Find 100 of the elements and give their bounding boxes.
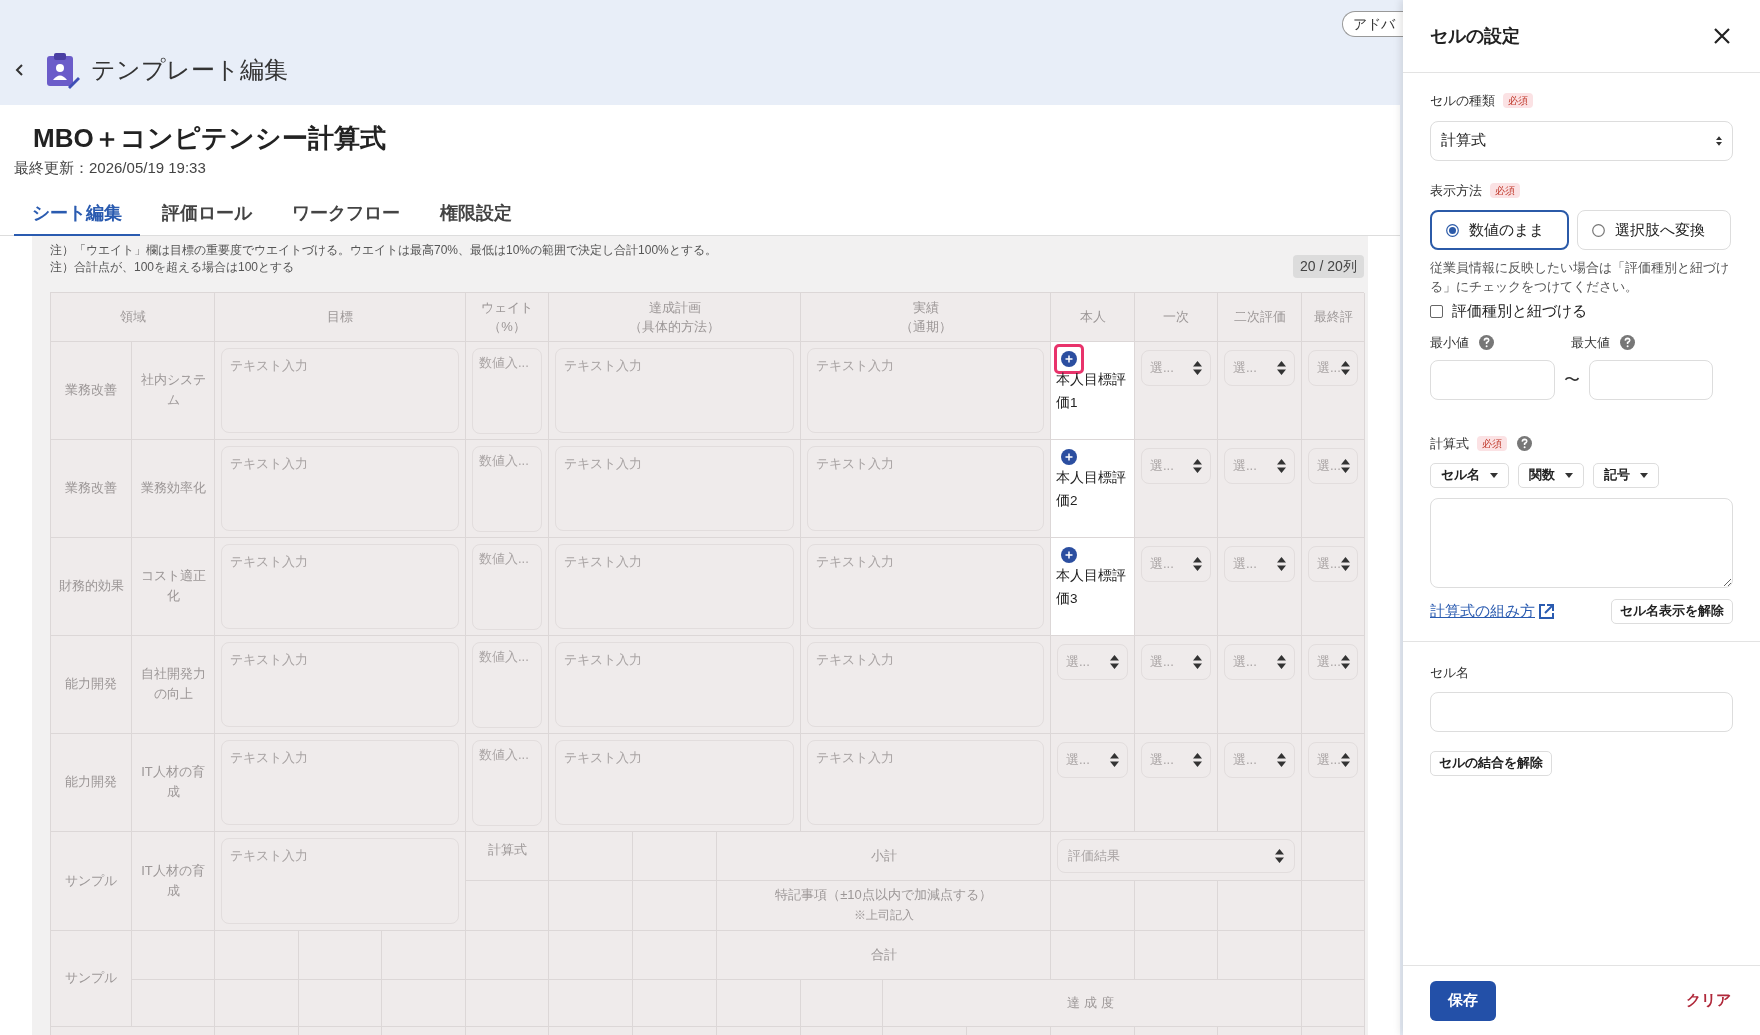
dropdown-button[interactable]: 関数: [1518, 462, 1584, 488]
field-label: 計算式: [1430, 435, 1469, 453]
table-cell-text: コスト適正化: [139, 567, 207, 605]
table-cell[interactable]: 本人目標評価1: [1051, 341, 1135, 440]
number-field[interactable]: 数値入...: [472, 445, 542, 532]
radio-icon: [1592, 223, 1605, 237]
updown-arrow-icon: [1340, 556, 1350, 571]
help-icon: [1620, 334, 1635, 350]
select-field[interactable]: 計算式: [1430, 120, 1733, 161]
text-field[interactable]: テキスト入力: [221, 739, 459, 825]
help-icon: [1479, 334, 1494, 350]
table-cell-text: 合計: [869, 945, 898, 964]
column-subheader: （具体的方法）: [629, 317, 720, 336]
clipboard-icon: [44, 50, 80, 89]
column-header: 領域: [119, 308, 146, 326]
text-field[interactable]: テキスト入力: [221, 347, 459, 433]
required-badge: 必須: [1477, 436, 1507, 452]
help-icon: [1517, 436, 1532, 452]
dropdown-button[interactable]: 記号: [1593, 462, 1659, 488]
column-header: 目標: [327, 308, 353, 326]
min-field[interactable]: [1430, 360, 1555, 400]
updown-arrow-icon: [1193, 556, 1202, 571]
radio-option[interactable]: 数値のまま: [1430, 210, 1569, 250]
number-field[interactable]: 数値入...: [472, 347, 542, 434]
cell-name-field[interactable]: [1430, 692, 1733, 732]
table-cell-text: 達成度: [1065, 993, 1119, 1012]
number-field[interactable]: 数値入...: [472, 543, 542, 630]
text-field[interactable]: テキスト入力: [221, 445, 459, 531]
updown-arrow-icon: [1340, 360, 1350, 375]
radio-option[interactable]: 選択肢へ変換: [1577, 210, 1731, 250]
save-button[interactable]: 保存: [1430, 980, 1496, 1021]
updown-arrow-icon: [1340, 458, 1350, 473]
column-header: 達成計画: [648, 298, 701, 317]
updown-arrow-icon: [1340, 752, 1350, 767]
sheet-title: MBO＋コンピテンシー計算式: [32, 122, 387, 155]
tab[interactable]: 権限設定: [422, 193, 530, 236]
formula-field[interactable]: [1430, 497, 1733, 588]
tab[interactable]: 評価ロール: [144, 193, 270, 236]
table-cell-text: 能力開発: [64, 675, 118, 693]
text-field[interactable]: テキスト入力: [807, 543, 1044, 629]
column-header: 最終評: [1313, 308, 1353, 326]
range-separator: 〜: [1563, 370, 1581, 390]
number-field[interactable]: 数値入...: [472, 641, 542, 728]
panel-title: セルの設定: [1430, 24, 1520, 48]
updown-arrow-icon: [1277, 458, 1286, 473]
updown-arrow-icon: [1110, 752, 1119, 767]
table-cell-text: 業務改善: [64, 479, 118, 497]
text-field[interactable]: テキスト入力: [221, 641, 459, 727]
text-field[interactable]: テキスト入力: [555, 543, 794, 629]
page-header-title: テンプレート編集: [91, 54, 288, 85]
plus-circle-icon[interactable]: [1061, 350, 1077, 367]
text-field[interactable]: テキスト入力: [555, 347, 794, 433]
text-field[interactable]: テキスト入力: [221, 837, 459, 924]
clear-button[interactable]: クリア: [1686, 989, 1731, 1012]
back-icon[interactable]: [15, 62, 25, 77]
caret-down-icon: [1565, 472, 1573, 478]
number-field[interactable]: 数値入...: [472, 739, 542, 826]
caret-down-icon: [1490, 472, 1498, 478]
plus-circle-icon[interactable]: [1061, 546, 1077, 563]
cell-label: 本人目標評価1: [1055, 370, 1127, 412]
text-field[interactable]: テキスト入力: [555, 445, 794, 531]
text-field[interactable]: テキスト入力: [555, 739, 794, 825]
caret-down-icon: [1640, 472, 1648, 478]
advanced-button[interactable]: アドバ: [1342, 11, 1403, 37]
column-header: ウェイト: [481, 298, 533, 317]
field-label: セル名: [1430, 663, 1470, 682]
table-cell-text: 能力開発: [64, 773, 118, 791]
table-cell-text: サンプル: [64, 969, 118, 987]
checkbox[interactable]: [1430, 304, 1443, 318]
text-field[interactable]: テキスト入力: [221, 543, 459, 629]
column-header: 実績: [912, 298, 939, 317]
updown-arrow-icon: [1277, 360, 1286, 375]
field-label: 最小値: [1430, 333, 1469, 352]
last-updated-text: 最終更新：2026/05/19 19:33: [13, 158, 207, 178]
updown-arrow-icon: [1193, 458, 1202, 473]
unmerge-cells-button[interactable]: セルの結合を解除: [1430, 751, 1552, 776]
text-field[interactable]: テキスト入力: [555, 641, 794, 727]
external-link-icon: [1538, 602, 1555, 620]
cell-label: 本人目標評価2: [1055, 468, 1127, 510]
updown-arrow-icon: [1277, 752, 1286, 767]
table-cell[interactable]: 本人目標評価3: [1051, 537, 1135, 636]
close-icon: [1713, 27, 1731, 45]
max-field[interactable]: [1589, 360, 1713, 400]
plus-circle-icon[interactable]: [1061, 448, 1077, 465]
updown-arrow-icon: [1193, 752, 1202, 767]
updown-arrow-icon: [1277, 556, 1286, 571]
column-header: 二次評価: [1233, 308, 1286, 326]
hide-cell-names-button[interactable]: セル名表示を解除: [1611, 598, 1733, 624]
updown-arrow-icon: [1193, 360, 1202, 375]
radio-icon: [1446, 223, 1459, 237]
text-field[interactable]: テキスト入力: [807, 445, 1044, 531]
text-field[interactable]: テキスト入力: [807, 739, 1044, 825]
field-label: セルの種類: [1430, 92, 1495, 110]
dropdown-button[interactable]: セル名: [1430, 462, 1509, 488]
tab[interactable]: ワークフロー: [274, 193, 418, 236]
table-cell[interactable]: 本人目標評価2: [1051, 439, 1135, 538]
text-field[interactable]: テキスト入力: [807, 641, 1044, 727]
checkbox-label: 評価種別と紐づける: [1452, 301, 1587, 321]
column-subheader: （%）: [488, 317, 526, 336]
text-field[interactable]: テキスト入力: [807, 347, 1044, 433]
